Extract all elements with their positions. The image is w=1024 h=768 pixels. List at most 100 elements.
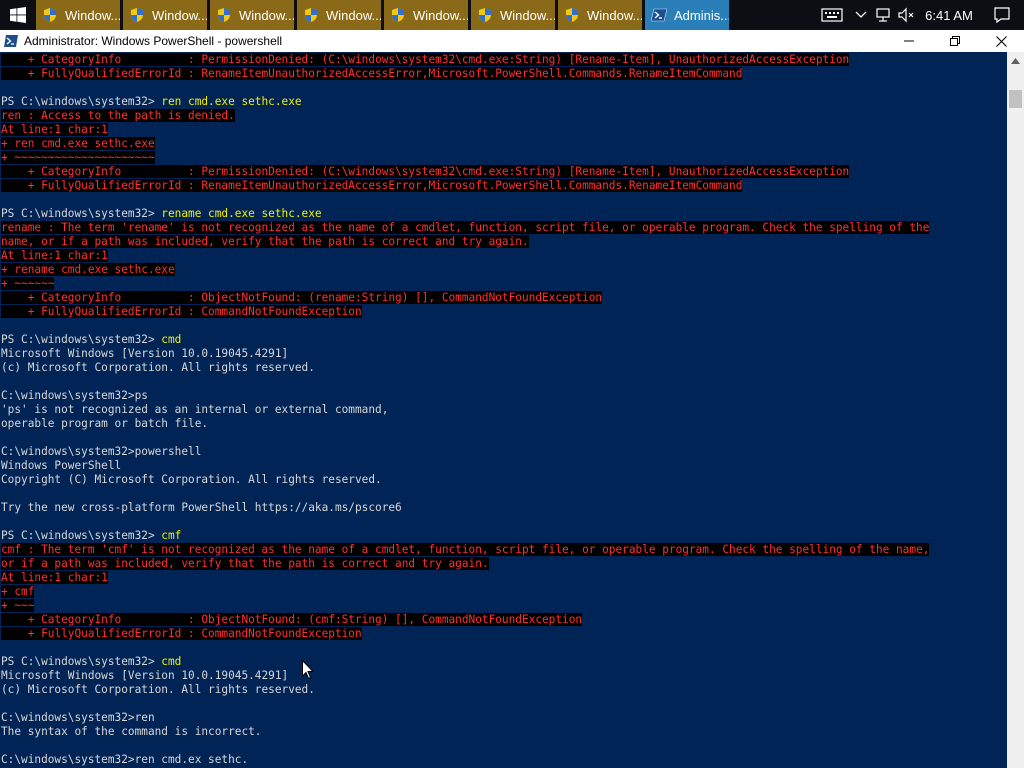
console-output[interactable]: + CategoryInfo : PermissionDenied: (C:\w… [0, 52, 1007, 768]
start-button[interactable] [0, 0, 36, 30]
error-text: rename : The term 'rename' is not recogn… [1, 221, 930, 234]
uac-shield-icon [131, 8, 143, 22]
taskbar-item[interactable]: Window... [558, 0, 642, 30]
clock[interactable]: 6:41 AM [918, 0, 980, 30]
prompt-path: PS C:\windows\system32> [1, 529, 162, 542]
command-text: ren cmd.exe sethc.exe [161, 95, 302, 108]
prompt-line: PS C:\windows\system32> cmf [1, 529, 929, 543]
restore-icon [950, 36, 960, 46]
taskbar-item[interactable]: Window... [36, 0, 120, 30]
error-text: + ~~~ [1, 599, 35, 612]
error-line: + ~~~~~~~~~~~~~~~~~~~~~ [1, 151, 929, 165]
network-icon[interactable] [872, 0, 894, 30]
error-text: + CategoryInfo : ObjectNotFound: (rename… [1, 291, 603, 304]
close-icon [995, 35, 1007, 47]
taskbar-item[interactable]: Window... [384, 0, 468, 30]
chevron-up-icon[interactable] [850, 0, 872, 30]
command-text: cmd [161, 655, 182, 668]
prompt-path: PS C:\windows\system32> [1, 95, 162, 108]
error-line: rename : The term 'rename' is not recogn… [1, 221, 930, 235]
output-line: Copyright (C) Microsoft Corporation. All… [1, 473, 382, 486]
prompt-path: PS C:\windows\system32> [1, 207, 162, 220]
output-line: Windows PowerShell [1, 459, 122, 472]
error-line: + ~~~~~~ [1, 277, 929, 291]
window-titlebar[interactable]: Administrator: Windows PowerShell - powe… [0, 30, 1024, 52]
scroll-up-button[interactable] [1007, 52, 1024, 69]
action-center-icon[interactable] [980, 0, 1024, 30]
output-line: C:\windows\system32>ren cmd.ex sethc. [1, 753, 249, 766]
volume-muted-icon[interactable] [894, 0, 918, 30]
error-text: + rename cmd.exe sethc.exe [1, 263, 175, 276]
taskbar-items: Window... Window... Window... Window... Wind… [36, 0, 732, 30]
output-line: Microsoft Windows [Version 10.0.19045.42… [1, 669, 289, 682]
taskbar-item-label: Window... [326, 7, 381, 23]
error-text: name, or if a path was included, verify … [1, 235, 529, 248]
uac-shield-icon [392, 8, 404, 22]
taskbar-item-label: Adminis... [674, 7, 729, 23]
vertical-scrollbar[interactable] [1007, 52, 1024, 768]
taskbar-item-label: Window... [152, 7, 207, 23]
output-line: C:\windows\system32>ps [1, 389, 148, 402]
error-text: + ~~~~~~ [1, 277, 55, 290]
output-line: C:\windows\system32>powershell [1, 445, 202, 458]
output-line: (c) Microsoft Corporation. All rights re… [1, 361, 315, 374]
minimize-button[interactable] [886, 30, 932, 52]
command-text: cmd [161, 333, 182, 346]
close-button[interactable] [978, 30, 1024, 52]
output-line: 'ps' is not recognized as an internal or… [1, 403, 389, 416]
windows-logo-icon [10, 7, 26, 23]
scrollbar-thumb[interactable] [1009, 90, 1022, 108]
taskbar-item[interactable]: Window... [123, 0, 207, 30]
taskbar-item[interactable]: Adminis... [645, 0, 729, 30]
error-line: + CategoryInfo : PermissionDenied: (C:\w… [1, 53, 929, 67]
error-line: name, or if a path was included, verify … [1, 235, 929, 249]
system-tray: 6:41 AM [814, 0, 1024, 30]
prompt-line: PS C:\windows\system32> rename cmd.exe s… [1, 207, 929, 221]
error-line: + FullyQualifiedErrorId : CommandNotFoun… [1, 627, 929, 641]
error-line: + FullyQualifiedErrorId : CommandNotFoun… [1, 305, 929, 319]
error-line: + FullyQualifiedErrorId : RenameItemUnau… [1, 67, 929, 81]
restore-button[interactable] [932, 30, 978, 52]
error-line: + CategoryInfo : ObjectNotFound: (cmf:St… [1, 613, 929, 627]
minimize-icon [904, 40, 914, 42]
error-text: At line:1 char:1 [1, 249, 108, 262]
taskbar-item[interactable]: Window... [210, 0, 294, 30]
uac-shield-icon [479, 8, 491, 22]
error-line: At line:1 char:1 [1, 571, 929, 585]
uac-shield-icon [218, 8, 230, 22]
error-line: + ren cmd.exe sethc.exe [1, 137, 929, 151]
taskbar-item[interactable]: Window... [471, 0, 555, 30]
output-line: (c) Microsoft Corporation. All rights re… [1, 683, 315, 696]
error-line: At line:1 char:1 [1, 123, 929, 137]
keyboard-icon[interactable] [814, 0, 850, 30]
taskbar-item-label: Window... [65, 7, 120, 23]
mouse-cursor-icon [302, 660, 314, 680]
prompt-path: PS C:\windows\system32> [1, 655, 162, 668]
command-text: rename cmd.exe sethc.exe [161, 207, 322, 220]
taskbar-item[interactable]: Window... [297, 0, 381, 30]
uac-shield-icon [566, 8, 578, 22]
error-line: + rename cmd.exe sethc.exe [1, 263, 929, 277]
error-line: + ~~~ [1, 599, 929, 613]
error-text: At line:1 char:1 [1, 571, 108, 584]
output-line: C:\windows\system32>ren [1, 711, 155, 724]
error-text: cmf : The term 'cmf' is not recognized a… [1, 543, 930, 556]
error-text: + CategoryInfo : PermissionDenied: (C:\w… [1, 53, 850, 66]
error-text: + FullyQualifiedErrorId : CommandNotFoun… [1, 305, 362, 318]
error-text: + CategoryInfo : ObjectNotFound: (cmf:St… [1, 613, 583, 626]
error-line: + cmf [1, 585, 929, 599]
prompt-line: PS C:\windows\system32> cmd [1, 333, 929, 347]
powershell-icon [651, 8, 667, 22]
error-text: + FullyQualifiedErrorId : RenameItemUnau… [1, 179, 743, 192]
command-text: cmf [161, 529, 182, 542]
window-title: Administrator: Windows PowerShell - powe… [24, 34, 283, 48]
